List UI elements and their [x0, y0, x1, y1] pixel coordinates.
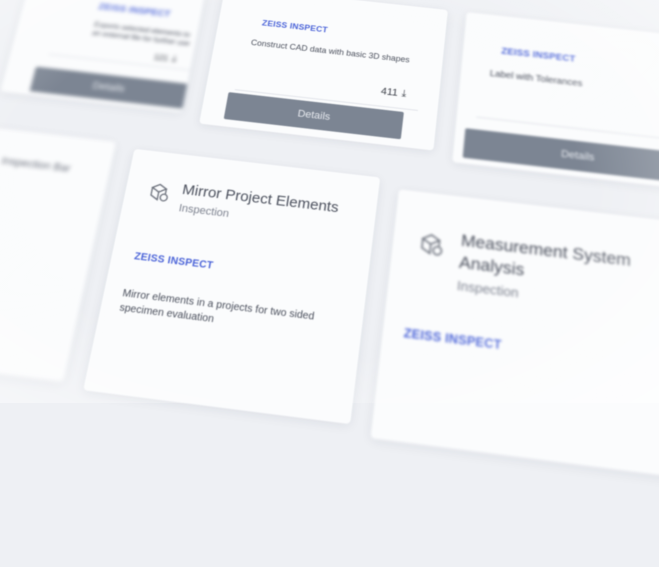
cube-icon — [144, 179, 173, 210]
app-card[interactable]: ZEISS INSPECT Label with Tolerances Deta… — [452, 12, 659, 192]
download-icon: ⤓ — [170, 53, 178, 65]
details-button[interactable]: Details — [462, 128, 659, 185]
download-count: 121 ⤓ — [153, 52, 178, 66]
app-category: Inspection — [456, 277, 520, 301]
download-count-value: 121 — [153, 52, 170, 63]
download-count-value: 411 — [380, 86, 399, 99]
brand-label: ZEISS INSPECT — [403, 325, 503, 353]
app-description: Exports selected elements to an external… — [91, 20, 191, 48]
app-card[interactable]: ZEISS INSPECT Construct CAD data with ba… — [199, 0, 448, 151]
app-card[interactable]: Mirror Project Elements Inspection ZEISS… — [83, 148, 381, 425]
app-card[interactable]: ZEISS INSPECT Exports selected elements … — [0, 0, 208, 113]
brand-label: ZEISS INSPECT — [261, 18, 329, 35]
brand-label: ZEISS INSPECT — [500, 46, 576, 65]
app-description: Mirror elements in a projects for two si… — [118, 287, 315, 326]
details-button[interactable]: Details — [29, 66, 188, 109]
app-description: Label with Tolerances — [489, 68, 583, 89]
download-count: 411 ⤓ — [380, 86, 407, 100]
app-description: Construct CAD data with basic 3D shapes — [250, 37, 411, 65]
app-gallery: ZEISS INSPECT Exports selected elements … — [0, 0, 659, 567]
download-icon: ⤓ — [401, 88, 408, 100]
app-category: Inspection — [177, 202, 230, 220]
brand-label: ZEISS INSPECT — [97, 2, 172, 20]
cube-icon — [416, 229, 448, 265]
brand-label: ZEISS INSPECT — [133, 251, 215, 272]
app-title: Inspection Bar — [0, 155, 72, 175]
app-card[interactable]: Measurement System Analysis Inspection Z… — [370, 189, 659, 479]
